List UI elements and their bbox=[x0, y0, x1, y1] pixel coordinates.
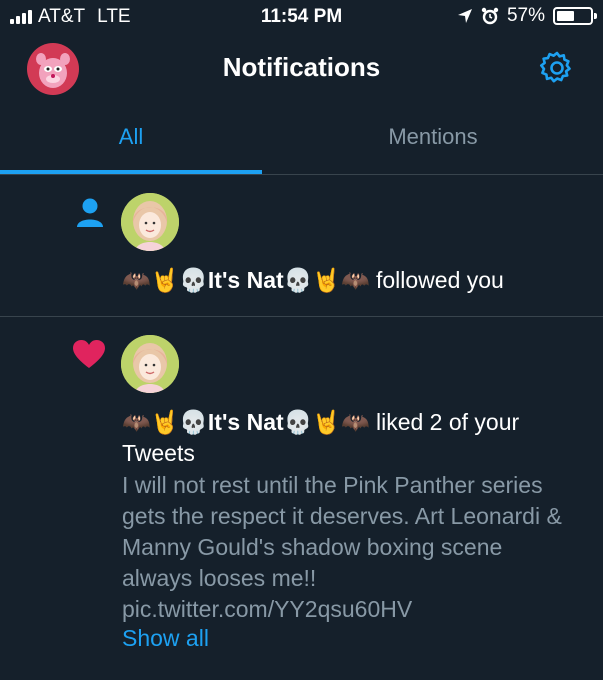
tweet-text[interactable]: I will not rest until the Pink Panther s… bbox=[122, 470, 577, 625]
user-avatar-icon bbox=[121, 335, 179, 393]
tab-all[interactable]: All bbox=[0, 100, 262, 174]
page-title: Notifications bbox=[222, 52, 381, 82]
notification-action: followed you bbox=[375, 267, 504, 293]
alarm-icon bbox=[481, 7, 499, 25]
user-name[interactable]: 🦇🤘💀It's Nat💀🤘🦇 bbox=[122, 267, 370, 293]
notification-like[interactable]: 🦇🤘💀It's Nat💀🤘🦇 liked 2 of your Tweets I … bbox=[0, 317, 603, 680]
person-icon bbox=[77, 198, 103, 227]
battery-icon bbox=[553, 7, 597, 25]
header: Notifications bbox=[0, 36, 603, 100]
notification-text: 🦇🤘💀It's Nat💀🤘🦇 liked 2 of your Tweets bbox=[122, 407, 577, 469]
user-name[interactable]: 🦇🤘💀It's Nat💀🤘🦇 bbox=[122, 409, 370, 435]
user-avatar-icon bbox=[121, 193, 179, 251]
avatar[interactable] bbox=[121, 193, 179, 251]
avatar[interactable] bbox=[121, 335, 179, 393]
location-icon bbox=[457, 9, 472, 23]
notification-text: 🦇🤘💀It's Nat💀🤘🦇 followed you bbox=[122, 265, 577, 296]
status-right: 57% bbox=[457, 5, 597, 27]
heart-icon bbox=[73, 340, 105, 368]
status-bar: AT&T LTE 11:54 PM 57% bbox=[0, 0, 603, 36]
notification-follow[interactable]: 🦇🤘💀It's Nat💀🤘🦇 followed you bbox=[0, 175, 603, 317]
battery-percent: 57% bbox=[506, 5, 545, 26]
show-all-link[interactable]: Show all bbox=[122, 625, 209, 652]
tab-bar: All Mentions bbox=[0, 100, 603, 175]
gear-icon[interactable] bbox=[539, 50, 575, 86]
tab-mentions[interactable]: Mentions bbox=[302, 100, 564, 174]
